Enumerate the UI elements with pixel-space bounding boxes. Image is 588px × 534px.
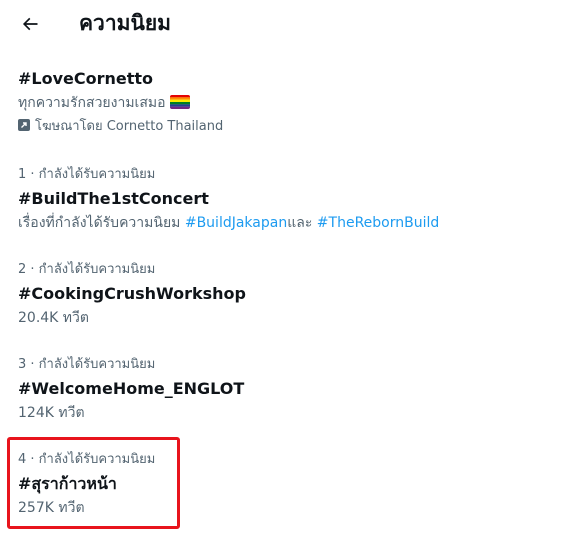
trend-item[interactable]: 2 · กำลังได้รับความนิยม #CookingCrushWor… bbox=[0, 261, 588, 331]
hashtag-link[interactable]: #TheRebornBuild bbox=[317, 215, 439, 231]
header: ความนิยม bbox=[0, 0, 588, 50]
promoted-by: โฆษณาโดย Cornetto Thailand bbox=[18, 118, 223, 136]
trend-tag[interactable]: #สุราก้าวหน้า bbox=[18, 473, 117, 495]
trend-meta: 1 · กำลังได้รับความนิยม bbox=[18, 167, 156, 182]
page-title: ความนิยม bbox=[79, 11, 171, 35]
trend-description: ทุกความรักสวยงามเสมอ bbox=[18, 93, 190, 113]
trend-meta: 2 · กำลังได้รับความนิยม bbox=[18, 262, 156, 277]
trend-tag[interactable]: #BuildThe1stConcert bbox=[18, 188, 209, 210]
trend-tag[interactable]: #LoveCornetto bbox=[18, 68, 153, 90]
back-button[interactable] bbox=[13, 7, 47, 41]
arrow-left-icon bbox=[22, 17, 38, 31]
hashtag-link[interactable]: #BuildJakapan bbox=[185, 215, 287, 231]
trend-context-prefix: เรื่องที่กำลังได้รับความนิยม bbox=[18, 215, 185, 231]
trend-tweet-count: 257K ทวีต bbox=[18, 500, 85, 516]
promoted-icon bbox=[18, 119, 30, 131]
trend-item[interactable]: 4 · กำลังได้รับความนิยม #สุราก้าวหน้า 25… bbox=[0, 451, 588, 521]
trend-context: เรื่องที่กำลังได้รับความนิยม #BuildJakap… bbox=[18, 213, 439, 233]
trend-item[interactable]: 1 · กำลังได้รับความนิยม #BuildThe1stConc… bbox=[0, 166, 588, 236]
rainbow-flag-icon bbox=[169, 95, 190, 109]
trend-tag[interactable]: #WelcomeHome_ENGLOT bbox=[18, 378, 244, 400]
trend-meta: 4 · กำลังได้รับความนิยม bbox=[18, 452, 156, 467]
trend-meta: 3 · กำลังได้รับความนิยม bbox=[18, 357, 156, 372]
trend-tag[interactable]: #CookingCrushWorkshop bbox=[18, 283, 246, 305]
trend-tweet-count: 20.4K ทวีต bbox=[18, 310, 89, 326]
trend-tweet-count: 124K ทวีต bbox=[18, 405, 85, 421]
promoted-by-text: โฆษณาโดย Cornetto Thailand bbox=[35, 119, 224, 134]
trend-item[interactable]: 3 · กำลังได้รับความนิยม #WelcomeHome_ENG… bbox=[0, 356, 588, 426]
trend-context-join: และ bbox=[287, 215, 317, 231]
trend-description-text: ทุกความรักสวยงามเสมอ bbox=[18, 95, 166, 111]
promoted-trend[interactable]: #LoveCornetto ทุกความรักสวยงามเสมอ โฆษณา… bbox=[0, 60, 588, 140]
